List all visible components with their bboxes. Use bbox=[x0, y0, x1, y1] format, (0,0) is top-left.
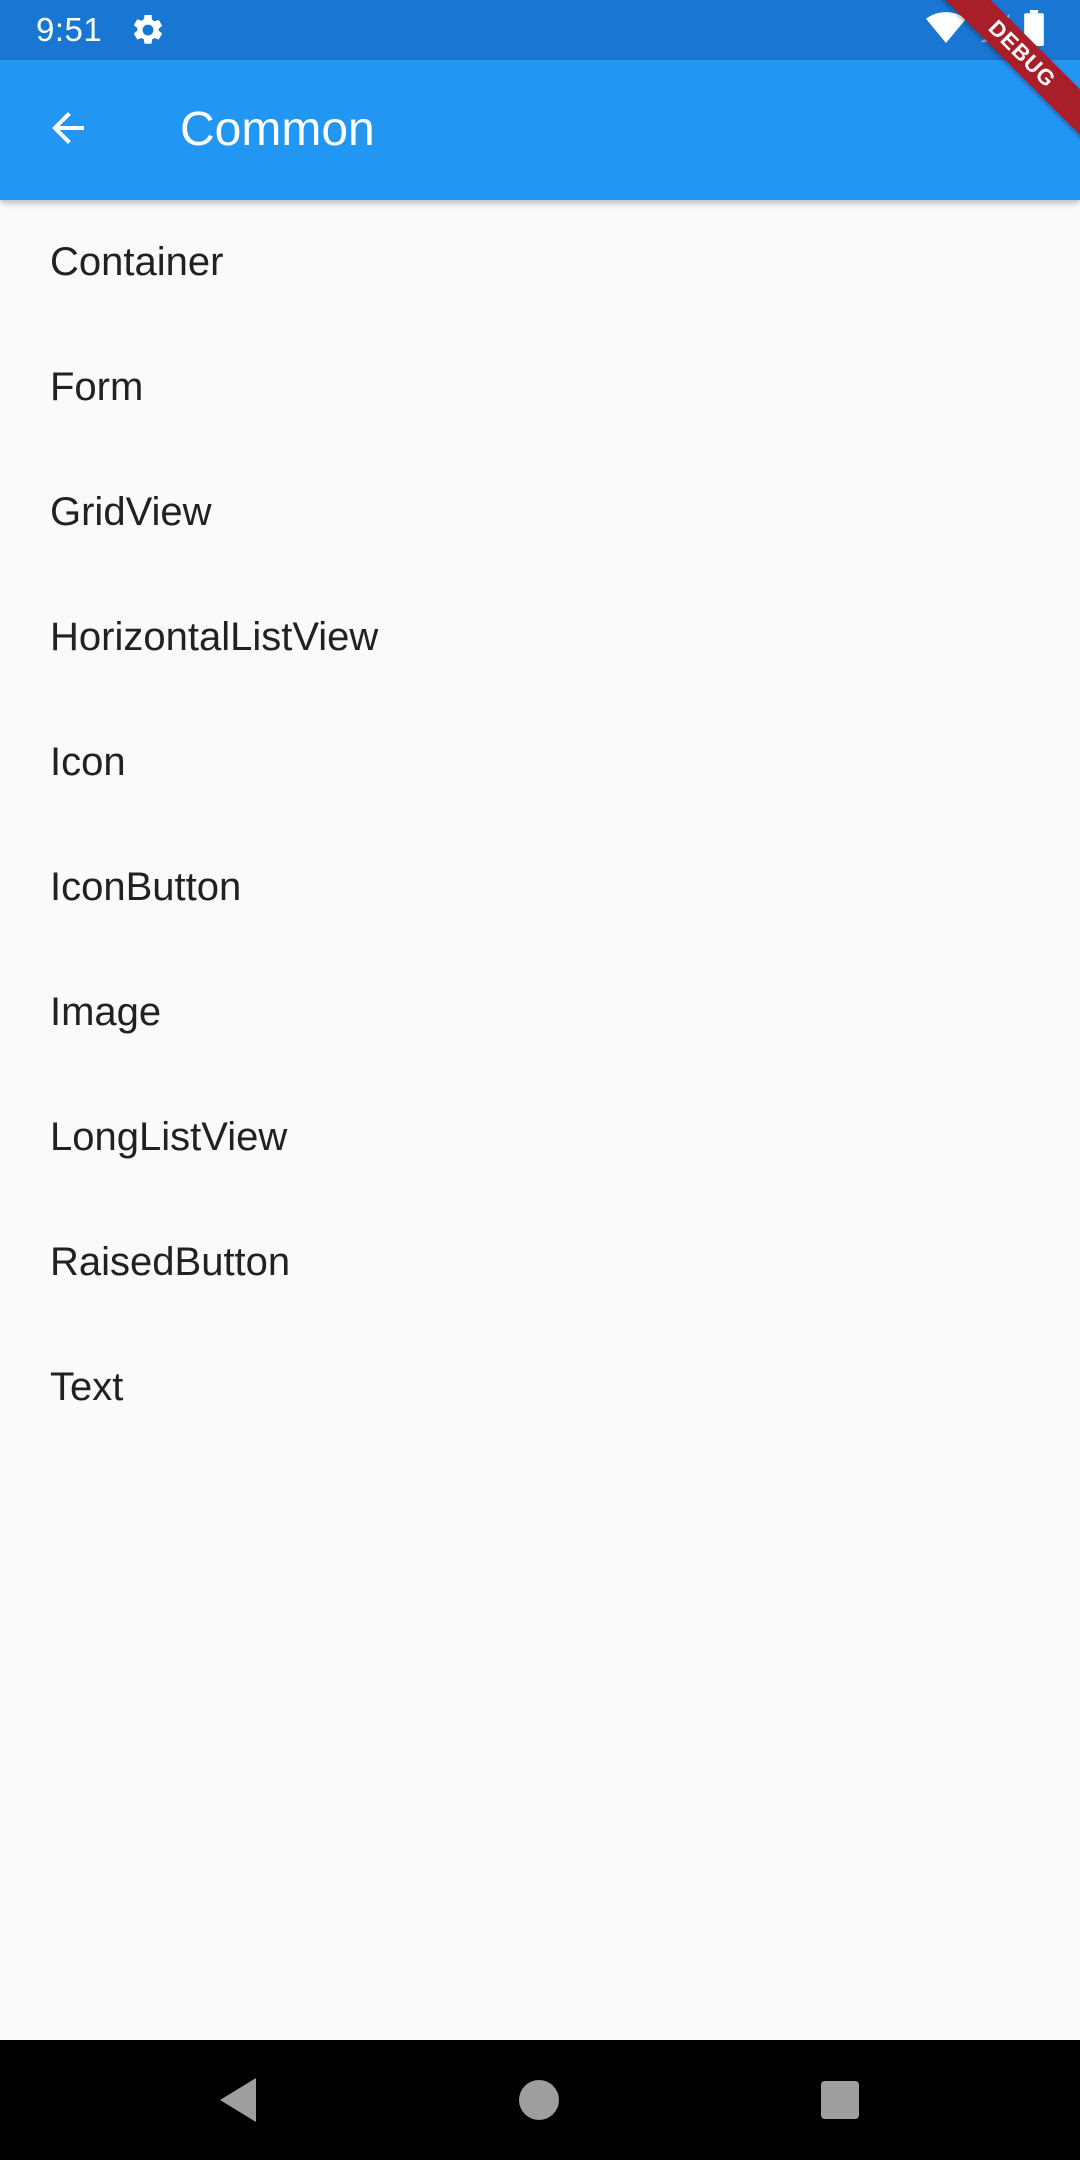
status-time: 9:51 bbox=[36, 11, 103, 48]
app-bar: Common bbox=[0, 60, 1080, 200]
back-nav-icon[interactable] bbox=[210, 2070, 270, 2130]
list-item-horizontallistview[interactable]: HorizontalListView bbox=[0, 575, 1080, 700]
wifi-icon bbox=[926, 11, 966, 50]
battery-icon bbox=[1024, 9, 1044, 51]
system-nav-bar bbox=[0, 2040, 1080, 2160]
list-item-raisedbutton[interactable]: RaisedButton bbox=[0, 1200, 1080, 1325]
list-item-longlistview[interactable]: LongListView bbox=[0, 1075, 1080, 1200]
status-icons bbox=[926, 0, 1044, 60]
list-item-form[interactable]: Form bbox=[0, 325, 1080, 450]
list-item-text[interactable]: Text bbox=[0, 1325, 1080, 1450]
status-bar: 9:51 bbox=[0, 0, 1080, 60]
page-title: Common bbox=[180, 103, 375, 156]
recents-nav-icon[interactable] bbox=[810, 2070, 870, 2130]
signal-icon bbox=[978, 11, 1012, 50]
gear-icon bbox=[130, 12, 166, 48]
list-item-iconbutton[interactable]: IconButton bbox=[0, 825, 1080, 950]
arrow-back-icon bbox=[44, 104, 92, 157]
home-nav-icon[interactable] bbox=[509, 2070, 569, 2130]
widget-list: Container Form GridView HorizontalListVi… bbox=[0, 200, 1080, 1450]
list-item-icon[interactable]: Icon bbox=[0, 700, 1080, 825]
list-item-gridview[interactable]: GridView bbox=[0, 450, 1080, 575]
list-item-container[interactable]: Container bbox=[0, 200, 1080, 325]
list-item-image[interactable]: Image bbox=[0, 950, 1080, 1075]
back-button[interactable] bbox=[28, 90, 108, 170]
